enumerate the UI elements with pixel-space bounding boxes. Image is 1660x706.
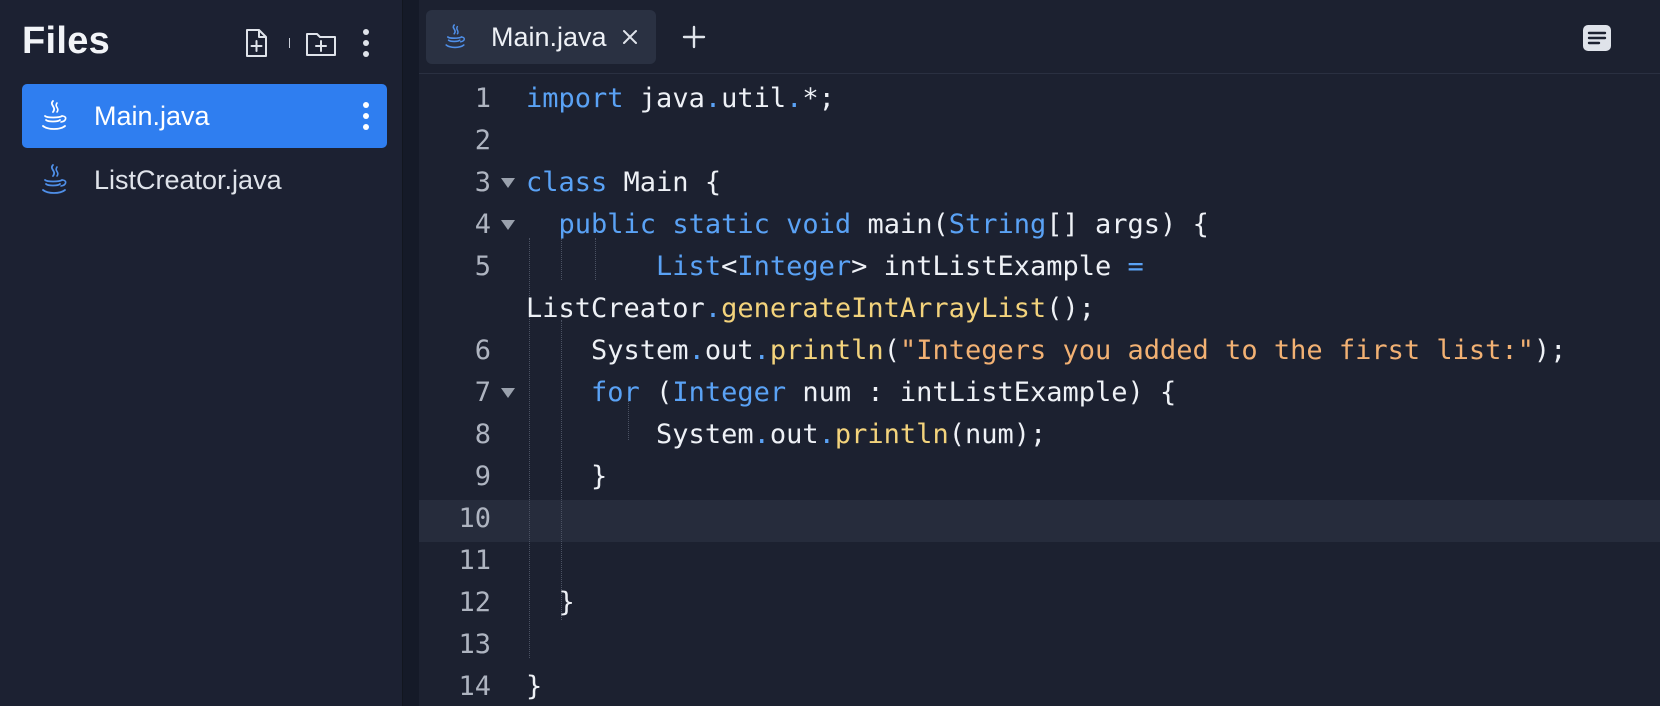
fold-toggle[interactable] bbox=[498, 372, 518, 414]
line-number: 9 bbox=[474, 461, 491, 492]
fold-arrow-icon bbox=[501, 388, 515, 398]
line-number: 5 bbox=[474, 251, 491, 282]
code-text: ListCreator.generateIntArrayList(); bbox=[526, 293, 1095, 324]
tab-main-java[interactable]: Main.java bbox=[426, 10, 656, 64]
java-icon bbox=[36, 98, 72, 134]
line-number: 4 bbox=[474, 209, 491, 240]
more-vertical-icon bbox=[363, 102, 369, 130]
line-number: 1 bbox=[474, 83, 491, 114]
code-line: 2 bbox=[419, 120, 1660, 162]
line-number: 14 bbox=[458, 671, 491, 702]
code-line: 3 class Main { bbox=[419, 162, 1660, 204]
outline-icon bbox=[1583, 25, 1611, 51]
fold-arrow-icon bbox=[501, 220, 515, 230]
line-number: 8 bbox=[474, 419, 491, 450]
line-number: 13 bbox=[458, 629, 491, 660]
code-line-wrap: ListCreator.generateIntArrayList(); bbox=[419, 288, 1660, 330]
code-text: for (Integer num : intListExample) { bbox=[591, 377, 1177, 408]
code-text: System.out.println("Integers you added t… bbox=[591, 335, 1567, 366]
code-line: 5 List<Integer> intListExample = bbox=[419, 246, 1660, 288]
file-item-label: ListCreator.java bbox=[94, 165, 282, 195]
code-line: 13 bbox=[419, 624, 1660, 666]
line-number: 10 bbox=[458, 503, 491, 534]
code-text: import java.util.*; bbox=[526, 83, 835, 114]
line-number: 11 bbox=[458, 545, 491, 576]
header-divider bbox=[289, 38, 290, 48]
code-line: 1 import java.util.*; bbox=[419, 78, 1660, 120]
code-line-active: 10 bbox=[419, 498, 1660, 540]
code-line: 6 System.out.println("Integers you added… bbox=[419, 330, 1660, 372]
code-line: 14 } bbox=[419, 666, 1660, 706]
file-explorer: Files Main.java ListCreator.java bbox=[0, 0, 403, 706]
new-file-button[interactable] bbox=[239, 26, 273, 60]
java-icon bbox=[36, 162, 72, 198]
outline-button[interactable] bbox=[1579, 20, 1615, 56]
tab-close-button[interactable] bbox=[617, 24, 643, 50]
code-line: 9 } bbox=[419, 456, 1660, 498]
new-folder-icon bbox=[306, 33, 336, 56]
file-item-label: Main.java bbox=[94, 101, 210, 131]
code-text: } bbox=[526, 671, 543, 702]
line-number: 3 bbox=[474, 167, 491, 198]
fold-toggle[interactable] bbox=[498, 204, 518, 246]
code-line: 11 bbox=[419, 540, 1660, 582]
code-line: 4 public static void main(String[] args)… bbox=[419, 204, 1660, 246]
line-number: 7 bbox=[474, 377, 491, 408]
code-text: } bbox=[558, 587, 575, 618]
new-folder-button[interactable] bbox=[304, 26, 338, 60]
code-editor: Main.java 1 import java.util.*; 2 3 clas… bbox=[419, 0, 1660, 706]
code-text: List<Integer> intListExample = bbox=[656, 251, 1144, 282]
app-window: Files Main.java ListCreator.java Main.ja… bbox=[0, 0, 1660, 706]
file-item-listcreator-java[interactable]: ListCreator.java bbox=[22, 148, 387, 212]
new-tab-button[interactable] bbox=[677, 20, 711, 54]
code-area[interactable]: 1 import java.util.*; 2 3 class Main { 4 bbox=[419, 78, 1660, 706]
file-explorer-title: Files bbox=[22, 20, 111, 62]
code-line: 12 } bbox=[419, 582, 1660, 624]
file-list: Main.java ListCreator.java bbox=[22, 84, 387, 212]
code-line: 7 for (Integer num : intListExample) { bbox=[419, 372, 1660, 414]
code-text: } bbox=[591, 461, 608, 492]
fold-toggle[interactable] bbox=[498, 162, 518, 204]
tab-label: Main.java bbox=[491, 22, 607, 52]
line-number: 2 bbox=[474, 125, 491, 156]
plus-icon bbox=[682, 25, 706, 49]
file-item-more-button[interactable] bbox=[355, 98, 377, 134]
code-line: 8 System.out.println(num); bbox=[419, 414, 1660, 456]
line-number: 6 bbox=[474, 335, 491, 366]
java-icon bbox=[440, 22, 470, 52]
more-vertical-icon bbox=[363, 29, 369, 57]
fold-arrow-icon bbox=[501, 178, 515, 188]
explorer-more-button[interactable] bbox=[349, 26, 383, 60]
code-text: public static void main(String[] args) { bbox=[558, 209, 1209, 240]
code-text: System.out.println(num); bbox=[656, 419, 1047, 450]
file-item-main-java[interactable]: Main.java bbox=[22, 84, 387, 148]
line-number: 12 bbox=[458, 587, 491, 618]
code-text: class Main { bbox=[526, 167, 722, 198]
editor-tab-bar: Main.java bbox=[419, 0, 1660, 74]
file-explorer-header: Files bbox=[0, 0, 403, 84]
new-file-icon bbox=[246, 29, 267, 57]
close-icon bbox=[623, 30, 637, 44]
